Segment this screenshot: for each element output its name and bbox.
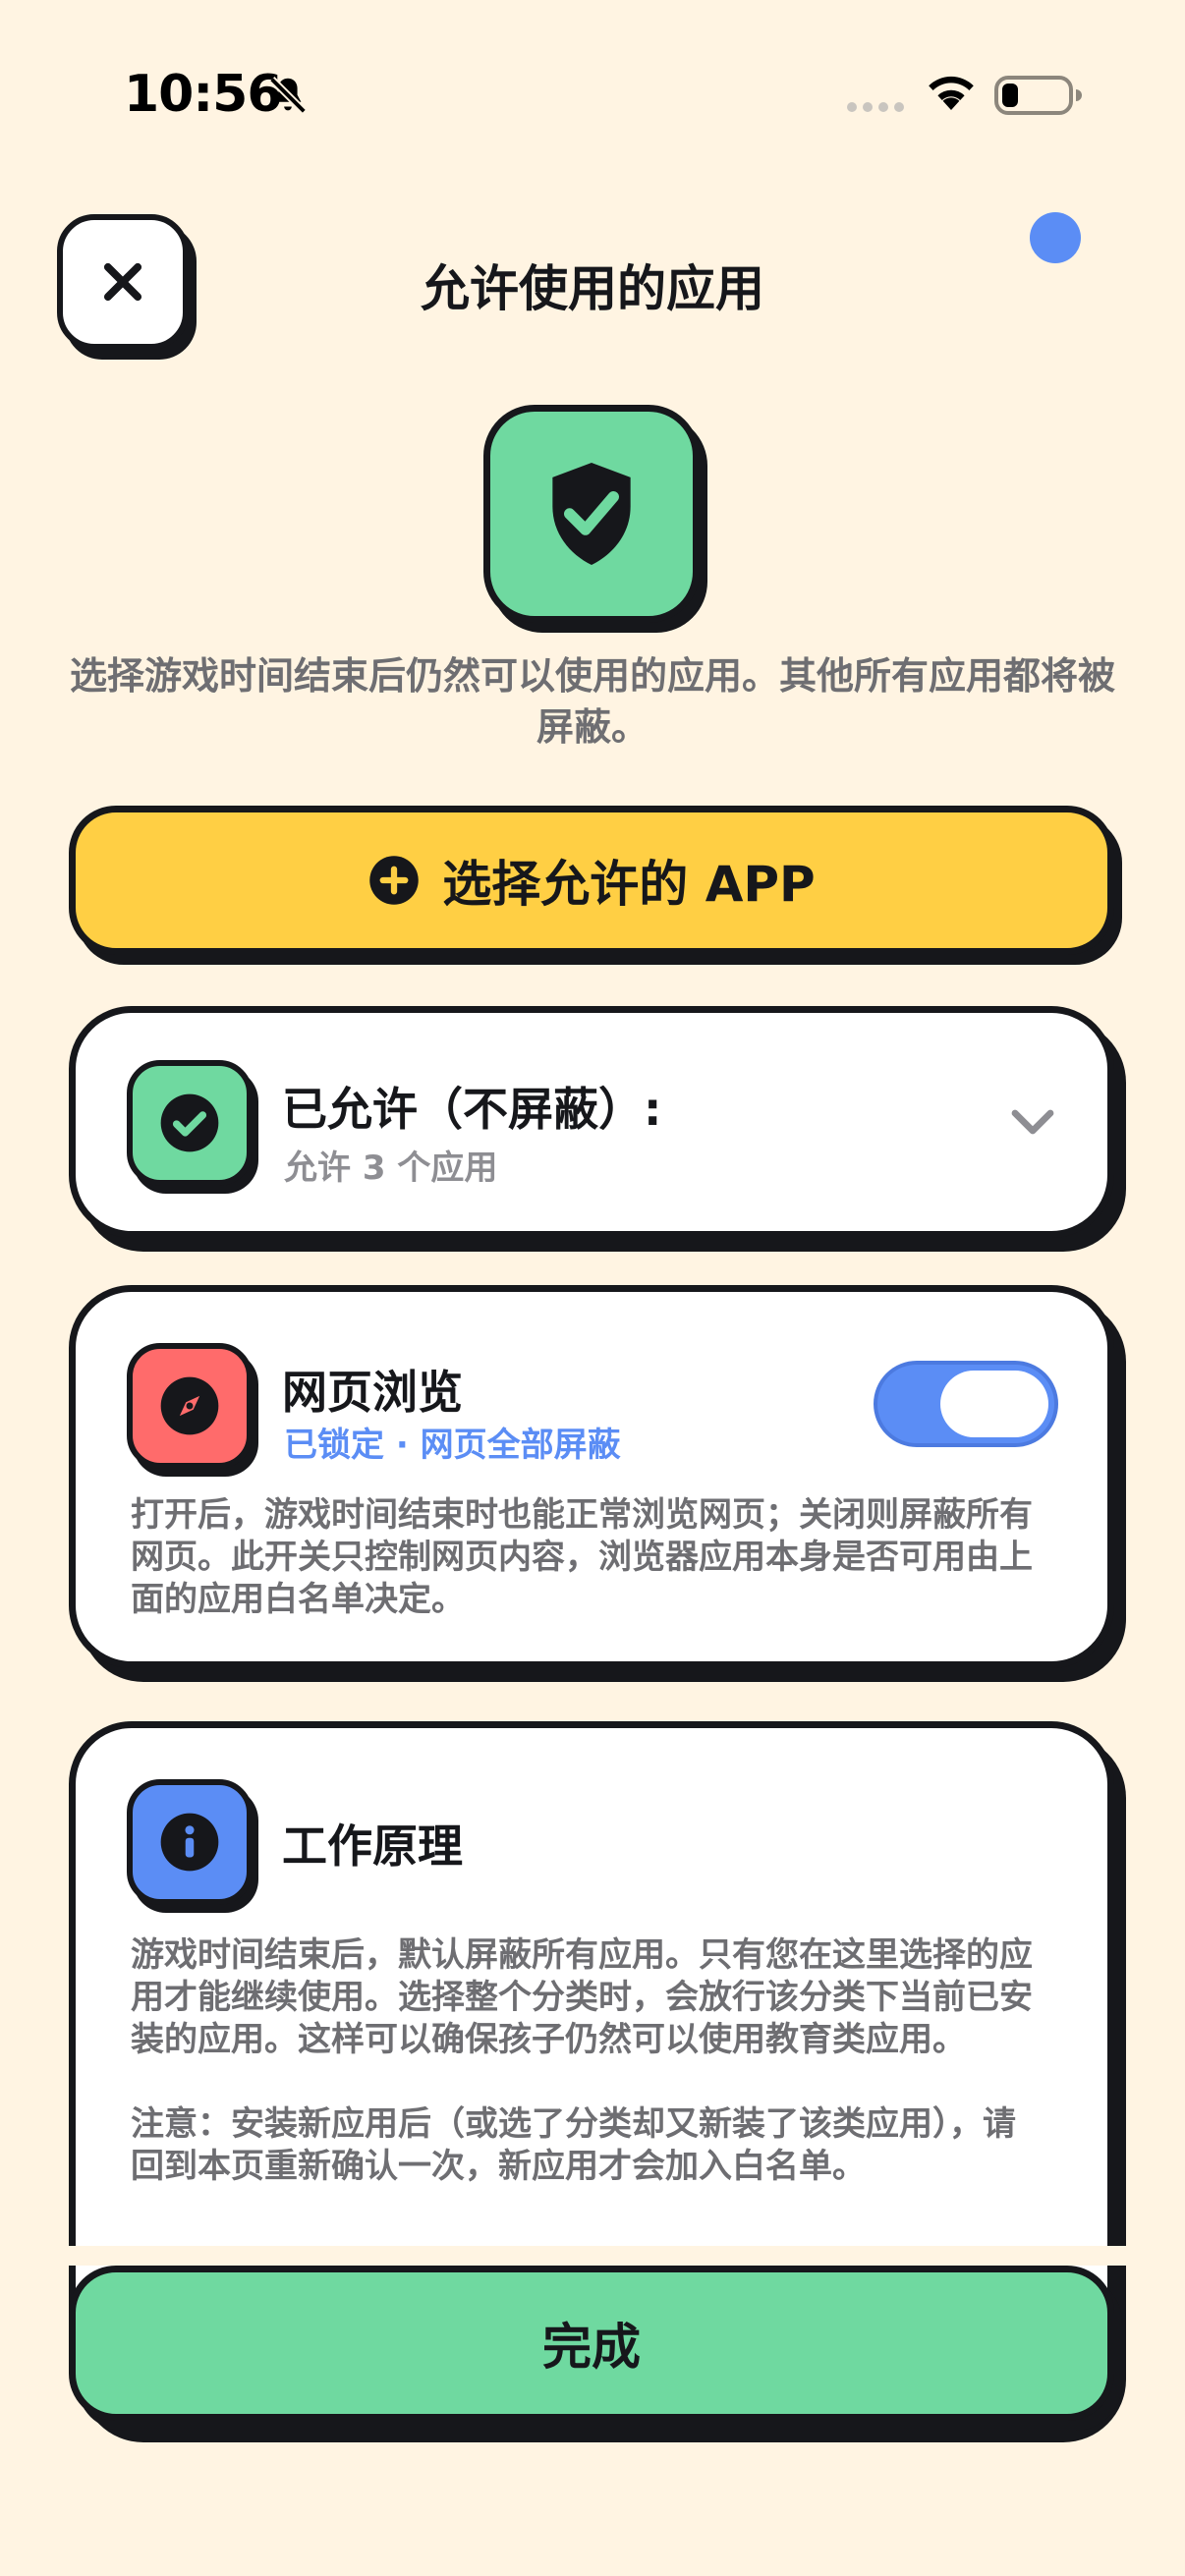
page-title: 允许使用的应用 xyxy=(421,260,764,317)
check-circle-icon xyxy=(160,1093,219,1152)
allowed-count: 允许 3 个应用 xyxy=(284,1148,498,1188)
select-allowed-apps-button[interactable]: 选择允许的 APP xyxy=(69,806,1114,955)
cellular-signal-icon xyxy=(847,102,904,112)
info-icon xyxy=(160,1813,219,1872)
indicator-dot xyxy=(1030,212,1081,263)
web-browsing-status: 已锁定 · 网页全部屏蔽 xyxy=(284,1426,621,1465)
shield-check-badge xyxy=(483,405,700,623)
how-it-works-badge xyxy=(127,1779,253,1905)
plus-circle-icon xyxy=(369,856,420,905)
web-browsing-title: 网页浏览 xyxy=(282,1366,463,1419)
allowed-apps-card[interactable]: 已允许（不屏蔽）: 允许 3 个应用 xyxy=(69,1006,1114,1238)
page-description: 选择游戏时间结束后仍然可以使用的应用。其他所有应用都将被屏蔽。 xyxy=(69,654,1115,749)
wifi-icon xyxy=(929,76,974,110)
how-it-works-title: 工作原理 xyxy=(282,1820,463,1873)
web-browsing-badge xyxy=(127,1343,253,1469)
select-allowed-apps-label: 选择允许的 APP xyxy=(442,856,816,913)
how-it-works-body: 游戏时间结束后，默认屏蔽所有应用。只有您在这里选择的应用才能继续使用。选择整个分… xyxy=(131,1934,1048,2188)
how-it-works-note: 注意：安装新应用后（或选了分类却又新装了该类应用），请回到本页重新确认一次，新应… xyxy=(131,2104,1016,2186)
web-browsing-description: 打开后，游戏时间结束时也能正常浏览网页；关闭则屏蔽所有网页。此开关只控制网页内容… xyxy=(131,1495,1033,1619)
how-it-works-paragraph: 游戏时间结束后，默认屏蔽所有应用。只有您在这里选择的应用才能继续使用。选择整个分… xyxy=(131,1935,1033,2059)
bottom-bar-background xyxy=(0,2246,1185,2266)
web-browsing-card: 网页浏览 已锁定 · 网页全部屏蔽 打开后，游戏时间结束时也能正常浏览网页；关闭… xyxy=(69,1285,1114,1668)
allowed-badge xyxy=(127,1060,253,1186)
compass-icon xyxy=(160,1376,219,1435)
bell-slash-icon xyxy=(268,76,308,115)
battery-low-icon xyxy=(994,76,1082,115)
allowed-title: 已允许（不屏蔽）: xyxy=(282,1083,662,1136)
chevron-down-icon[interactable] xyxy=(1009,1103,1056,1143)
done-button[interactable]: 完成 xyxy=(69,2266,1114,2421)
allowed-apps-screen: 10:56 允许使用的应用 选择游戏时间结束后仍然可以使用的应用。其他所有应用都… xyxy=(0,0,1185,2576)
shield-check-icon xyxy=(552,462,631,566)
toggle-knob xyxy=(940,1371,1048,1437)
web-browsing-toggle[interactable] xyxy=(874,1361,1058,1447)
status-time: 10:56 xyxy=(124,65,283,124)
